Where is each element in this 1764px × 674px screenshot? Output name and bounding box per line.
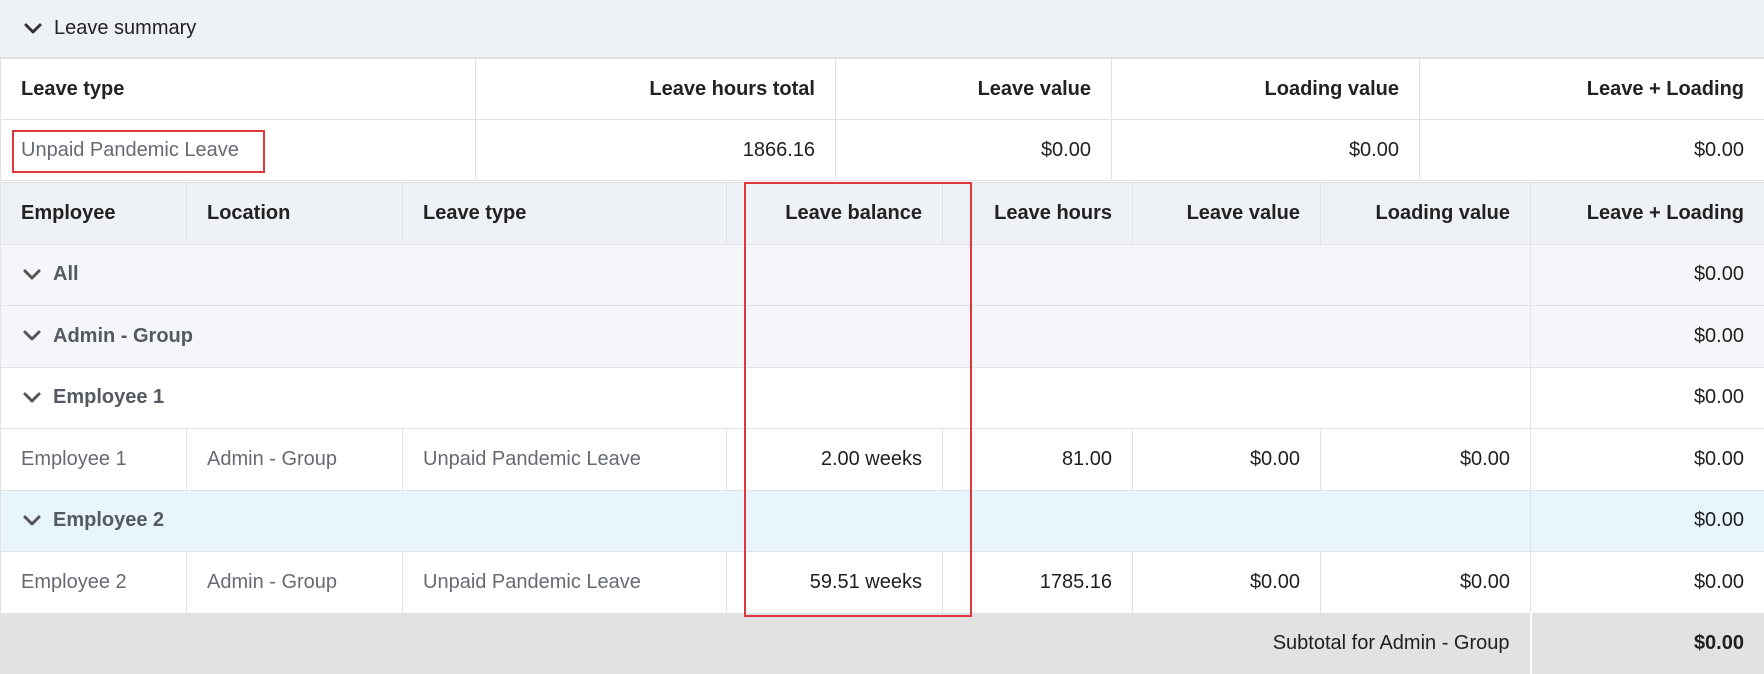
subtotal-label: Subtotal for Admin - Group xyxy=(0,612,1532,674)
table-row[interactable]: Employee 1 Admin - Group Unpaid Pandemic… xyxy=(0,428,1764,491)
col-header-leave-hours[interactable]: Leave hours xyxy=(942,182,1133,245)
group-label-employee-1: Employee 1 xyxy=(53,386,165,409)
col-header-employee[interactable]: Employee xyxy=(0,182,187,245)
cell-leave-loading: $0.00 xyxy=(1530,551,1764,614)
summary-header-row: Leave type Leave hours total Leave value… xyxy=(0,58,1764,120)
cell-leave-balance: 59.51 weeks xyxy=(726,551,943,614)
group-total-admin: $0.00 xyxy=(1530,305,1764,368)
subtotal-row: Subtotal for Admin - Group $0.00 xyxy=(0,612,1764,674)
col-header-leave-type[interactable]: Leave type xyxy=(0,58,476,120)
subtotal-value: $0.00 xyxy=(1530,612,1764,674)
summary-row: Unpaid Pandemic Leave 1866.16 $0.00 $0.0… xyxy=(0,119,1764,181)
summary-leave-loading: $0.00 xyxy=(1419,119,1764,181)
summary-hours-total: 1866.16 xyxy=(475,119,836,181)
group-cell[interactable]: Admin - Group xyxy=(0,305,1531,368)
chevron-down-icon[interactable] xyxy=(21,510,43,532)
cell-leave-balance: 2.00 weeks xyxy=(726,428,943,491)
chevron-down-icon[interactable] xyxy=(21,325,43,347)
cell-leave-type: Unpaid Pandemic Leave xyxy=(402,428,727,491)
detail-header-row: Employee Location Leave type Leave balan… xyxy=(0,182,1764,245)
summary-loading-value: $0.00 xyxy=(1111,119,1420,181)
summary-table: Leave type Leave hours total Leave value… xyxy=(0,58,1764,181)
col-header-leave-value[interactable]: Leave value xyxy=(835,58,1112,120)
group-total-employee-2: $0.00 xyxy=(1530,489,1764,552)
cell-location: Admin - Group xyxy=(186,428,403,491)
section-title: Leave summary xyxy=(54,17,197,39)
leave-summary-header[interactable]: Leave summary xyxy=(0,0,1764,58)
col-header-leave-value[interactable]: Leave value xyxy=(1132,182,1321,245)
table-row[interactable]: Employee 2 Admin - Group Unpaid Pandemic… xyxy=(0,551,1764,614)
cell-leave-value: $0.00 xyxy=(1132,551,1321,614)
group-row-employee-1[interactable]: Employee 1 $0.00 xyxy=(0,366,1764,429)
detail-table: Employee Location Leave type Leave balan… xyxy=(0,182,1764,674)
col-header-location[interactable]: Location xyxy=(186,182,403,245)
cell-loading-value: $0.00 xyxy=(1320,428,1531,491)
group-total-employee-1: $0.00 xyxy=(1530,366,1764,429)
cell-leave-value: $0.00 xyxy=(1132,428,1321,491)
summary-leave-value: $0.00 xyxy=(835,119,1112,181)
group-cell[interactable]: Employee 1 xyxy=(0,366,1531,429)
cell-location: Admin - Group xyxy=(186,551,403,614)
chevron-down-icon[interactable] xyxy=(22,18,44,40)
col-header-loading-value[interactable]: Loading value xyxy=(1111,58,1420,120)
cell-leave-hours: 81.00 xyxy=(942,428,1133,491)
col-header-leave-type[interactable]: Leave type xyxy=(402,182,727,245)
cell-employee: Employee 2 xyxy=(0,551,187,614)
col-header-leave-hours-total[interactable]: Leave hours total xyxy=(475,58,836,120)
col-header-leave-balance[interactable]: Leave balance xyxy=(726,182,943,245)
group-label-employee-2: Employee 2 xyxy=(53,509,165,532)
group-label-admin: Admin - Group xyxy=(53,324,193,347)
summary-leave-type: Unpaid Pandemic Leave xyxy=(0,119,476,181)
group-cell[interactable]: Employee 2 xyxy=(0,489,1531,552)
col-header-leave-loading[interactable]: Leave + Loading xyxy=(1419,58,1764,120)
cell-leave-type: Unpaid Pandemic Leave xyxy=(402,551,727,614)
col-header-loading-value[interactable]: Loading value xyxy=(1320,182,1531,245)
group-label-all: All xyxy=(53,263,79,286)
chevron-down-icon[interactable] xyxy=(21,387,43,409)
group-total-all: $0.00 xyxy=(1530,243,1764,306)
cell-leave-loading: $0.00 xyxy=(1530,428,1764,491)
group-row-all[interactable]: All $0.00 xyxy=(0,243,1764,306)
cell-loading-value: $0.00 xyxy=(1320,551,1531,614)
group-row-employee-2[interactable]: Employee 2 $0.00 xyxy=(0,489,1764,552)
group-row-admin[interactable]: Admin - Group $0.00 xyxy=(0,305,1764,368)
chevron-down-icon[interactable] xyxy=(21,264,43,286)
col-header-leave-loading[interactable]: Leave + Loading xyxy=(1530,182,1764,245)
group-cell[interactable]: All xyxy=(0,243,1531,306)
cell-leave-hours: 1785.16 xyxy=(942,551,1133,614)
cell-employee: Employee 1 xyxy=(0,428,187,491)
